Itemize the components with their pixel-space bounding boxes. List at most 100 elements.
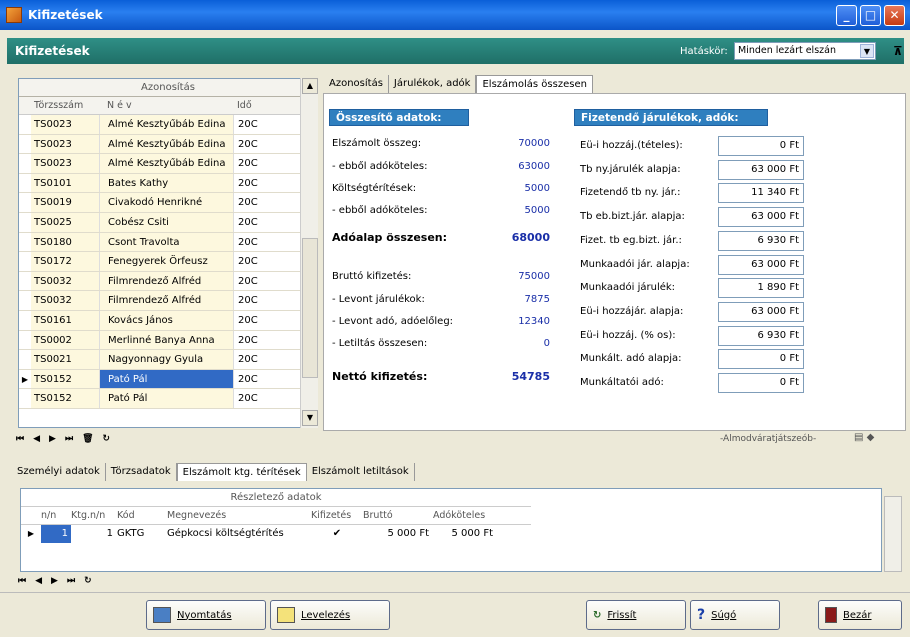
pin-icon[interactable]: ⊼ bbox=[893, 44, 903, 58]
close-button[interactable]: Bezár bbox=[818, 600, 902, 630]
table-row[interactable]: TS0019 Civakodó Henrikné 20C bbox=[19, 193, 317, 213]
cell-nev[interactable]: Csont Travolta bbox=[99, 232, 233, 252]
payable-field[interactable]: 1 890 Ft bbox=[718, 278, 804, 299]
payable-field[interactable]: 63 000 Ft bbox=[718, 254, 804, 275]
tab-azonositas[interactable]: Azonosítás bbox=[324, 75, 389, 93]
cell-nev[interactable]: Almé Kesztyűbáb Edina bbox=[99, 154, 233, 173]
first-record-icon[interactable]: ⏮ bbox=[18, 576, 26, 586]
cell-nn[interactable]: 1 bbox=[41, 525, 71, 543]
cell-ido[interactable]: 20C bbox=[233, 310, 273, 330]
cell-torzsszam[interactable]: TS0019 bbox=[31, 193, 99, 212]
table-row[interactable]: TS0180 Csont Travolta 20C bbox=[19, 232, 317, 253]
column-kifizetes[interactable]: Kifizetés bbox=[311, 507, 363, 524]
cell-nev[interactable]: Kovács János bbox=[99, 310, 233, 330]
table-row[interactable]: TS0023 Almé Kesztyűbáb Edina 20C bbox=[19, 115, 317, 135]
cell-ido[interactable]: 20C bbox=[233, 271, 273, 291]
cell-torzsszam[interactable]: TS0023 bbox=[31, 154, 99, 173]
table-row[interactable]: TS0172 Fenegyerek Örfeusz 20C bbox=[19, 252, 317, 272]
payable-field[interactable]: 6 930 Ft bbox=[718, 230, 804, 251]
scroll-thumb[interactable] bbox=[302, 238, 318, 378]
delete-record-icon[interactable]: 🗑 bbox=[82, 434, 93, 444]
refresh-grid-icon[interactable]: ↻ bbox=[84, 576, 92, 586]
table-row[interactable]: TS0101 Bates Kathy 20C bbox=[19, 173, 317, 194]
table-row[interactable]: TS0021 Nagyonnagy Gyula 20C bbox=[19, 350, 317, 370]
cell-nev[interactable]: Cobész Csiti bbox=[99, 212, 233, 232]
table-row[interactable]: TS0161 Kovács János 20C bbox=[19, 310, 317, 331]
cell-torzsszam[interactable]: TS0172 bbox=[31, 252, 99, 271]
refresh-grid-icon[interactable]: ↻ bbox=[103, 434, 111, 444]
table-row[interactable]: TS0002 Merlinné Banya Anna 20C bbox=[19, 330, 317, 351]
print-button[interactable]: Nyomtatás bbox=[146, 600, 266, 630]
first-record-icon[interactable]: ⏮ bbox=[16, 434, 24, 444]
cell-kod[interactable]: GKTG bbox=[117, 525, 167, 543]
detail-grid[interactable]: Részletező adatok n/n Ktg.n/n Kód Megnev… bbox=[20, 488, 882, 572]
cell-nev[interactable]: Merlinné Banya Anna bbox=[99, 330, 233, 350]
table-row[interactable]: TS0023 Almé Kesztyűbáb Edina 20C bbox=[19, 154, 317, 174]
cell-ido[interactable]: 20C bbox=[233, 154, 273, 173]
cell-ido[interactable]: 20C bbox=[233, 389, 273, 408]
detail-scrollbar[interactable] bbox=[884, 496, 902, 572]
refresh-button[interactable]: ↻ Frissít bbox=[586, 600, 686, 630]
column-nn[interactable]: n/n bbox=[41, 507, 71, 524]
cell-torzsszam[interactable]: TS0023 bbox=[31, 115, 99, 134]
table-row[interactable]: TS0032 Filmrendező Alfréd 20C bbox=[19, 291, 317, 311]
cell-nev[interactable]: Civakodó Henrikné bbox=[99, 193, 233, 212]
last-record-icon[interactable]: ⏭ bbox=[65, 434, 73, 444]
column-megnevezes[interactable]: Megnevezés bbox=[167, 507, 311, 524]
cell-ido[interactable]: 20C bbox=[233, 134, 273, 154]
cell-nev[interactable]: Pató Pál bbox=[99, 369, 233, 389]
cell-ktgnn[interactable]: 1 bbox=[71, 525, 117, 543]
payable-field[interactable]: 11 340 Ft bbox=[718, 183, 804, 204]
cell-brutto[interactable]: 5 000 Ft bbox=[363, 525, 433, 543]
cell-nev[interactable]: Pató Pál bbox=[99, 389, 233, 408]
tab-torzsadatok[interactable]: Törzsadatok bbox=[106, 463, 177, 481]
grid-scrollbar[interactable]: ▲ ▼ bbox=[300, 78, 318, 428]
cell-megnevezes[interactable]: Gépkocsi költségtérítés bbox=[167, 525, 311, 543]
cell-ido[interactable]: 20C bbox=[233, 232, 273, 252]
cell-ido[interactable]: 20C bbox=[233, 173, 273, 193]
payable-field[interactable]: 63 000 Ft bbox=[718, 301, 804, 322]
table-row[interactable]: TS0025 Cobész Csiti 20C bbox=[19, 212, 317, 233]
cell-torzsszam[interactable]: TS0152 bbox=[31, 369, 99, 389]
cell-ido[interactable]: 20C bbox=[233, 115, 273, 134]
next-record-icon[interactable]: ▶ bbox=[51, 576, 58, 586]
table-row[interactable]: TS0032 Filmrendező Alfréd 20C bbox=[19, 271, 317, 292]
cell-nev[interactable]: Filmrendező Alfréd bbox=[99, 271, 233, 291]
column-ido[interactable]: Idő bbox=[233, 97, 273, 114]
table-row[interactable]: ▶ 1 1 GKTG Gépkocsi költségtérítés ✔ 5 0… bbox=[21, 525, 881, 543]
cell-torzsszam[interactable]: TS0180 bbox=[31, 232, 99, 252]
column-nev[interactable]: N é v bbox=[99, 97, 233, 114]
chevron-down-icon[interactable]: ▼ bbox=[860, 44, 874, 58]
column-ktgnn[interactable]: Ktg.n/n bbox=[71, 507, 117, 524]
cell-ido[interactable]: 20C bbox=[233, 369, 273, 389]
payable-field[interactable]: 0 Ft bbox=[718, 373, 804, 393]
cell-nev[interactable]: Filmrendező Alfréd bbox=[99, 291, 233, 310]
cell-torzsszam[interactable]: TS0021 bbox=[31, 350, 99, 369]
employee-grid[interactable]: Azonosítás Törzsszám N é v Idő TS0023 Alm… bbox=[18, 78, 318, 428]
hataskor-select[interactable]: Minden lezárt elszán ▼ bbox=[734, 42, 876, 60]
next-record-icon[interactable]: ▶ bbox=[49, 434, 56, 444]
tab-letiltasok[interactable]: Elszámolt letiltások bbox=[307, 463, 415, 481]
last-record-icon[interactable]: ⏭ bbox=[67, 576, 75, 586]
cell-torzsszam[interactable]: TS0032 bbox=[31, 271, 99, 291]
cell-torzsszam[interactable]: TS0152 bbox=[31, 389, 99, 408]
cell-nev[interactable]: Fenegyerek Örfeusz bbox=[99, 252, 233, 271]
tab-ktg-teritesek[interactable]: Elszámolt ktg. térítések bbox=[176, 463, 307, 481]
maximize-button[interactable]: □ bbox=[860, 5, 881, 26]
close-window-button[interactable]: ✕ bbox=[884, 5, 905, 26]
cell-ido[interactable]: 20C bbox=[233, 252, 273, 271]
table-row[interactable]: TS0152 Pató Pál 20C bbox=[19, 389, 317, 409]
payable-field[interactable]: 0 Ft bbox=[718, 349, 804, 370]
prev-record-icon[interactable]: ◀ bbox=[35, 576, 42, 586]
cell-nev[interactable]: Almé Kesztyűbáb Edina bbox=[99, 115, 233, 134]
column-adokoteles[interactable]: Adóköteles bbox=[433, 507, 493, 524]
tab-elszamolas[interactable]: Elszámolás összesen bbox=[476, 75, 593, 93]
table-row[interactable]: TS0023 Almé Kesztyűbáb Edina 20C bbox=[19, 134, 317, 155]
cell-ido[interactable]: 20C bbox=[233, 193, 273, 212]
payable-field[interactable]: 6 930 Ft bbox=[718, 325, 804, 346]
prev-record-icon[interactable]: ◀ bbox=[33, 434, 40, 444]
scroll-down-icon[interactable]: ▼ bbox=[302, 410, 318, 426]
cell-nev[interactable]: Bates Kathy bbox=[99, 173, 233, 193]
grid-view-icon[interactable]: ▤ ◆ bbox=[854, 432, 874, 443]
cell-torzsszam[interactable]: TS0101 bbox=[31, 173, 99, 193]
